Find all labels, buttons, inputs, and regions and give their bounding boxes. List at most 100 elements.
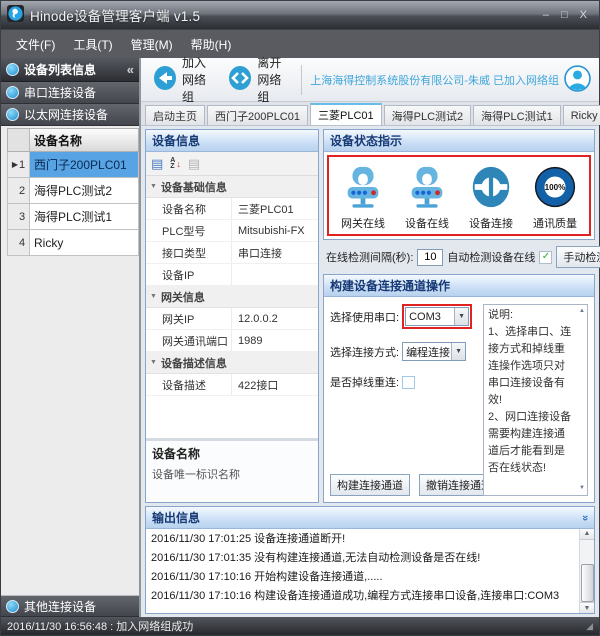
row-number: 4 (19, 237, 25, 249)
close-button[interactable]: X (580, 9, 587, 21)
note-line: 1、选择串口、连接方式和掉线重连操作选项只对串口连接设备有效! (488, 324, 573, 409)
collapse-category-icon[interactable]: ▼ (150, 359, 157, 366)
main-toolbar: 加入网络组 离开网络组 上海海得控制系统股份有限公司-朱威 已加入网络组 (141, 58, 599, 102)
scrollbar-thumb[interactable] (581, 564, 594, 602)
device-table: 设备名称 ▶ 1 西门子200PLC01 ▶ 2 (1, 126, 139, 595)
connect-mode-label: 选择连接方式: (330, 344, 399, 360)
document-tab[interactable]: 海得PLC测试2 (384, 105, 472, 125)
log-line: 2016/11/30 17:10:16 构建设备连接通道成功,编程方式连接串口设… (151, 587, 574, 606)
resize-grip[interactable]: ◢ (586, 621, 593, 632)
property-value[interactable]: 422接口 (232, 374, 318, 395)
property-description-pane: 设备名称 设备唯一标识名称 (146, 438, 318, 502)
property-value[interactable]: 串口连接 (232, 242, 318, 263)
manual-detect-button[interactable]: 手动检测设备在线 (556, 246, 600, 268)
property-pages-icon: ▤ (188, 157, 200, 170)
menu-item[interactable]: 文件(F) (7, 32, 64, 57)
connect-mode-combo[interactable]: 编程连接 ▼ (402, 342, 466, 361)
property-value[interactable]: 12.0.0.2 (232, 308, 318, 329)
comm-quality-indicator: 100% 通讯质量 (532, 164, 578, 231)
sidebar-item-ethernet-devices[interactable]: 以太网连接设备 (1, 104, 139, 126)
ethernet-group-label: 以太网连接设备 (24, 106, 108, 123)
device-name-cell[interactable]: 海得PLC测试2 (30, 178, 138, 203)
maximize-button[interactable]: □ (561, 9, 568, 21)
property-value[interactable]: Mitsubishi-FX (232, 220, 318, 241)
property-value[interactable]: 三菱PLC01 (232, 198, 318, 219)
table-row[interactable]: ▶ 3 海得PLC测试1 (7, 204, 139, 230)
chevron-down-icon[interactable]: ▼ (451, 343, 465, 360)
chevron-down-icon[interactable]: ▼ (454, 308, 468, 325)
sidebar-header-label: 设备列表信息 (24, 61, 96, 78)
connection-channel-title: 构建设备连接通道操作 (324, 275, 594, 297)
output-scrollbar[interactable]: ▲ ▼ (579, 529, 594, 613)
alphabetical-sort-icon[interactable]: AZ↓ (170, 158, 181, 170)
sidebar-item-serial-devices[interactable]: 串口连接设备 (1, 82, 139, 104)
table-row[interactable]: ▶ 2 海得PLC测试2 (7, 178, 139, 204)
device-online-icon (404, 164, 450, 213)
property-category-row[interactable]: ▼ 设备描述信息 (146, 352, 318, 374)
device-name-cell[interactable]: 西门子200PLC01 (30, 152, 138, 177)
property-row[interactable]: 网关IP 12.0.0.2 (146, 308, 318, 330)
device-connect-indicator: 设备连接 (468, 164, 514, 231)
row-number: 1 (19, 159, 25, 171)
leave-network-icon (227, 65, 253, 94)
scroll-up-icon[interactable]: ▲ (579, 307, 585, 316)
leave-network-group-button[interactable]: 离开网络组 (222, 51, 291, 108)
property-value[interactable] (232, 264, 318, 285)
sidebar-item-other-devices[interactable]: 其他连接设备 (1, 595, 139, 617)
sidebar-header[interactable]: 设备列表信息 « (1, 58, 139, 82)
scroll-down-icon[interactable]: ▼ (579, 484, 585, 493)
property-label: 网关IP (146, 308, 232, 329)
property-label: 设备描述 (146, 374, 232, 395)
menu-item[interactable]: 工具(T) (64, 32, 121, 57)
gateway-online-indicator: 网关在线 (340, 164, 386, 231)
property-row[interactable]: 设备名称 三菱PLC01 (146, 198, 318, 220)
minimize-button[interactable]: – (543, 9, 549, 21)
property-label: 网关通讯端口 (146, 330, 232, 351)
property-row[interactable]: 接口类型 串口连接 (146, 242, 318, 264)
build-channel-button[interactable]: 构建连接通道 (330, 474, 410, 496)
property-category-row[interactable]: ▼ 网关信息 (146, 286, 318, 308)
collapse-category-icon[interactable]: ▼ (150, 293, 157, 300)
document-tab[interactable]: 三菱PLC01 (310, 103, 382, 125)
channel-note-box: ▲ 说明:1、选择串口、连接方式和掉线重连操作选项只对串口连接设备有效!2、网口… (483, 304, 588, 496)
property-grid: ▼ 设备基础信息 设备名称 三菱PLC01 PLC (146, 176, 318, 438)
table-row[interactable]: ▶ 4 Ricky (7, 230, 139, 256)
ethernet-group-icon (6, 108, 19, 121)
device-status-title: 设备状态指示 (324, 130, 594, 152)
window-title: Hinode设备管理客户端 v1.5 (30, 5, 200, 25)
collapse-sidebar-icon[interactable]: « (127, 62, 134, 77)
device-name-cell[interactable]: 海得PLC测试1 (30, 204, 138, 229)
property-category-row[interactable]: ▼ 设备基础信息 (146, 176, 318, 198)
device-name-cell[interactable]: Ricky (30, 230, 138, 255)
document-tab[interactable]: 启动主页 (145, 105, 205, 125)
property-group: ▼ 网关信息 网关IP 12.0.0.2 网关通讯 (146, 286, 318, 352)
status-indicators-highlight: 网关在线 设备在线 (327, 155, 591, 236)
device-info-panel: 设备信息 ▤ AZ↓ ▤ ▼ 设备基础信息 (145, 129, 319, 503)
document-tab[interactable]: 西门子200PLC01 (207, 105, 308, 125)
auto-detect-checkbox[interactable]: ✓ (539, 251, 552, 264)
property-label: 接口类型 (146, 242, 232, 263)
document-tab[interactable]: Ricky (563, 105, 600, 125)
device-table-body: ▶ 1 西门子200PLC01 ▶ 2 海得PLC测试2 (7, 152, 139, 256)
document-tab[interactable]: 海得PLC测试1 (473, 105, 561, 125)
property-row[interactable]: 设备描述 422接口 (146, 374, 318, 396)
property-label: 设备名称 (146, 198, 232, 219)
serial-port-highlight: COM3 ▼ (402, 304, 472, 329)
scroll-down-icon[interactable]: ▼ (580, 602, 594, 613)
categorized-view-icon[interactable]: ▤ (151, 157, 163, 170)
interval-input[interactable] (417, 249, 443, 266)
table-row[interactable]: ▶ 1 西门子200PLC01 (7, 152, 139, 178)
serial-port-combo[interactable]: COM3 ▼ (405, 307, 469, 326)
property-value[interactable]: 1989 (232, 330, 318, 351)
document-tab-bar: 启动主页西门子200PLC01三菱PLC01海得PLC测试2海得PLC测试1Ri… (141, 102, 599, 126)
collapse-output-icon[interactable]: » (579, 514, 591, 520)
property-row[interactable]: 网关通讯端口 1989 (146, 330, 318, 352)
property-row[interactable]: PLC型号 Mitsubishi-FX (146, 220, 318, 242)
comm-quality-value: 100% (545, 183, 567, 192)
scroll-up-icon[interactable]: ▲ (580, 529, 594, 540)
join-network-group-button[interactable]: 加入网络组 (147, 51, 216, 108)
property-row[interactable]: 设备IP (146, 264, 318, 286)
reconnect-checkbox[interactable] (402, 376, 415, 389)
collapse-category-icon[interactable]: ▼ (150, 183, 157, 190)
device-info-title: 设备信息 (146, 130, 318, 152)
